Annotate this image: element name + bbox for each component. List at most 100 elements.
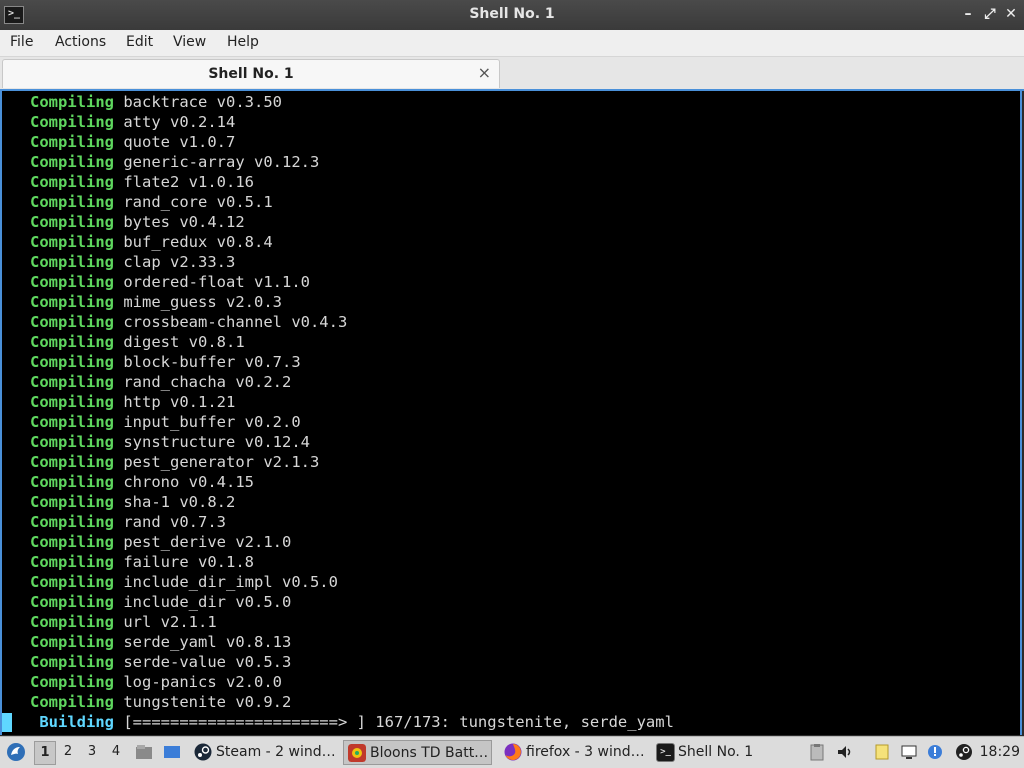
- steam-tray-icon[interactable]: [955, 743, 973, 761]
- terminal-text: chrono v0.4.15: [123, 473, 254, 491]
- terminal-line: Compiling serde_yaml v0.8.13: [2, 632, 674, 652]
- terminal-text: crossbeam-channel v0.4.3: [123, 313, 348, 331]
- taskbar: 1 2 3 4 Steam - 2 wind… Bloons TD Batt… …: [0, 736, 1024, 768]
- terminal-keyword: Compiling: [30, 433, 114, 451]
- menu-edit[interactable]: Edit: [126, 34, 153, 50]
- terminal-keyword: Compiling: [30, 413, 114, 431]
- window-title: Shell No. 1: [469, 6, 555, 22]
- terminal-output: Compiling backtrace v0.3.50 Compiling at…: [2, 92, 674, 732]
- tab-close-icon[interactable]: ×: [478, 63, 491, 82]
- update-icon[interactable]: [926, 743, 944, 761]
- terminal-text: serde-value v0.5.3: [123, 653, 292, 671]
- terminal-line: Compiling failure v0.1.8: [2, 552, 674, 572]
- terminal-line: Compiling pest_derive v2.1.0: [2, 532, 674, 552]
- terminal-line: Compiling flate2 v1.0.16: [2, 172, 674, 192]
- terminal-line: Compiling url v2.1.1: [2, 612, 674, 632]
- terminal-line: Compiling synstructure v0.12.4: [2, 432, 674, 452]
- files-icon[interactable]: [135, 743, 153, 761]
- clipboard-icon[interactable]: [808, 743, 826, 761]
- tab-label: Shell No. 1: [208, 66, 294, 82]
- terminal-keyword: Compiling: [30, 553, 114, 571]
- terminal-keyword: Compiling: [30, 653, 114, 671]
- terminal-line: Compiling digest v0.8.1: [2, 332, 674, 352]
- terminal-keyword: Compiling: [30, 373, 114, 391]
- terminal-text: synstructure v0.12.4: [123, 433, 310, 451]
- task-steam[interactable]: Steam - 2 wind…: [190, 740, 340, 765]
- terminal-keyword: Compiling: [30, 193, 114, 211]
- close-button[interactable]: ✕: [1001, 4, 1021, 24]
- terminal-line: Compiling buf_redux v0.8.4: [2, 232, 674, 252]
- start-menu-icon[interactable]: [6, 742, 26, 762]
- terminal-line: Compiling include_dir v0.5.0: [2, 592, 674, 612]
- terminal-line: Compiling pest_generator v2.1.3: [2, 452, 674, 472]
- terminal-text: digest v0.8.1: [123, 333, 245, 351]
- minimize-button[interactable]: –: [958, 4, 978, 24]
- task-bloons[interactable]: Bloons TD Batt…: [343, 740, 492, 765]
- terminal-building-keyword: Building: [39, 713, 114, 731]
- terminal-status-line: Building [======================> ] 167/…: [2, 712, 674, 732]
- window-titlebar[interactable]: >_ Shell No. 1 – ⤢ ✕: [0, 0, 1024, 30]
- terminal-text: block-buffer v0.7.3: [123, 353, 301, 371]
- terminal-text: mime_guess v2.0.3: [123, 293, 282, 311]
- terminal-area[interactable]: Compiling backtrace v0.3.50 Compiling at…: [0, 91, 1022, 735]
- desktop-icon[interactable]: [163, 743, 181, 761]
- workspace-4[interactable]: 4: [106, 741, 126, 763]
- terminal-text: log-panics v2.0.0: [123, 673, 282, 691]
- notes-icon[interactable]: [873, 743, 891, 761]
- menu-actions[interactable]: Actions: [55, 34, 106, 50]
- terminal-icon: >_: [656, 743, 675, 762]
- terminal-keyword: Compiling: [30, 93, 114, 111]
- task-firefox[interactable]: firefox - 3 wind…: [500, 740, 650, 765]
- terminal-line: Compiling ordered-float v1.1.0: [2, 272, 674, 292]
- menu-view[interactable]: View: [173, 34, 206, 50]
- terminal-keyword: Compiling: [30, 453, 114, 471]
- terminal-keyword: Compiling: [30, 233, 114, 251]
- network-icon[interactable]: [900, 743, 918, 761]
- terminal-keyword: Compiling: [30, 573, 114, 591]
- terminal-text: ordered-float v1.1.0: [123, 273, 310, 291]
- terminal-keyword: Compiling: [30, 113, 114, 131]
- terminal-line: Compiling chrono v0.4.15: [2, 472, 674, 492]
- terminal-line: Compiling block-buffer v0.7.3: [2, 352, 674, 372]
- terminal-text: generic-array v0.12.3: [123, 153, 320, 171]
- terminal-line: Compiling bytes v0.4.12: [2, 212, 674, 232]
- terminal-text: tungstenite v0.9.2: [123, 693, 292, 711]
- terminal-line: Compiling input_buffer v0.2.0: [2, 412, 674, 432]
- terminal-text: buf_redux v0.8.4: [123, 233, 273, 251]
- terminal-cursor: [2, 713, 12, 732]
- terminal-line: Compiling rand_core v0.5.1: [2, 192, 674, 212]
- workspace-2[interactable]: 2: [58, 741, 78, 763]
- task-label: Shell No. 1: [678, 744, 754, 760]
- terminal-keyword: Compiling: [30, 313, 114, 331]
- terminal-text: input_buffer v0.2.0: [123, 413, 301, 431]
- maximize-button[interactable]: ⤢: [980, 4, 1000, 24]
- terminal-keyword: Compiling: [30, 493, 114, 511]
- terminal-keyword: Compiling: [30, 513, 114, 531]
- terminal-text: flate2 v1.0.16: [123, 173, 254, 191]
- terminal-text: quote v1.0.7: [123, 133, 236, 151]
- terminal-text: backtrace v0.3.50: [123, 93, 282, 111]
- terminal-keyword: Compiling: [30, 473, 114, 491]
- terminal-keyword: Compiling: [30, 633, 114, 651]
- task-label: Bloons TD Batt…: [370, 745, 489, 761]
- game-icon: [348, 744, 366, 762]
- terminal-text: sha-1 v0.8.2: [123, 493, 236, 511]
- tab-shell-1[interactable]: Shell No. 1 ×: [2, 59, 500, 88]
- tab-bar: Shell No. 1 ×: [0, 57, 1024, 90]
- terminal-keyword: Compiling: [30, 153, 114, 171]
- terminal-keyword: Compiling: [30, 593, 114, 611]
- terminal-keyword: Compiling: [30, 393, 114, 411]
- menu-file[interactable]: File: [10, 34, 33, 50]
- terminal-text: rand_core v0.5.1: [123, 193, 273, 211]
- task-shell[interactable]: >_ Shell No. 1: [652, 740, 800, 765]
- terminal-keyword: Compiling: [30, 293, 114, 311]
- terminal-line: Compiling generic-array v0.12.3: [2, 152, 674, 172]
- terminal-line: Compiling include_dir_impl v0.5.0: [2, 572, 674, 592]
- terminal-text: rand v0.7.3: [123, 513, 226, 531]
- workspace-3[interactable]: 3: [82, 741, 102, 763]
- terminal-keyword: Compiling: [30, 273, 114, 291]
- workspace-1[interactable]: 1: [34, 741, 56, 765]
- terminal-keyword: Compiling: [30, 693, 114, 711]
- menu-help[interactable]: Help: [227, 34, 259, 50]
- volume-icon[interactable]: [836, 743, 854, 761]
